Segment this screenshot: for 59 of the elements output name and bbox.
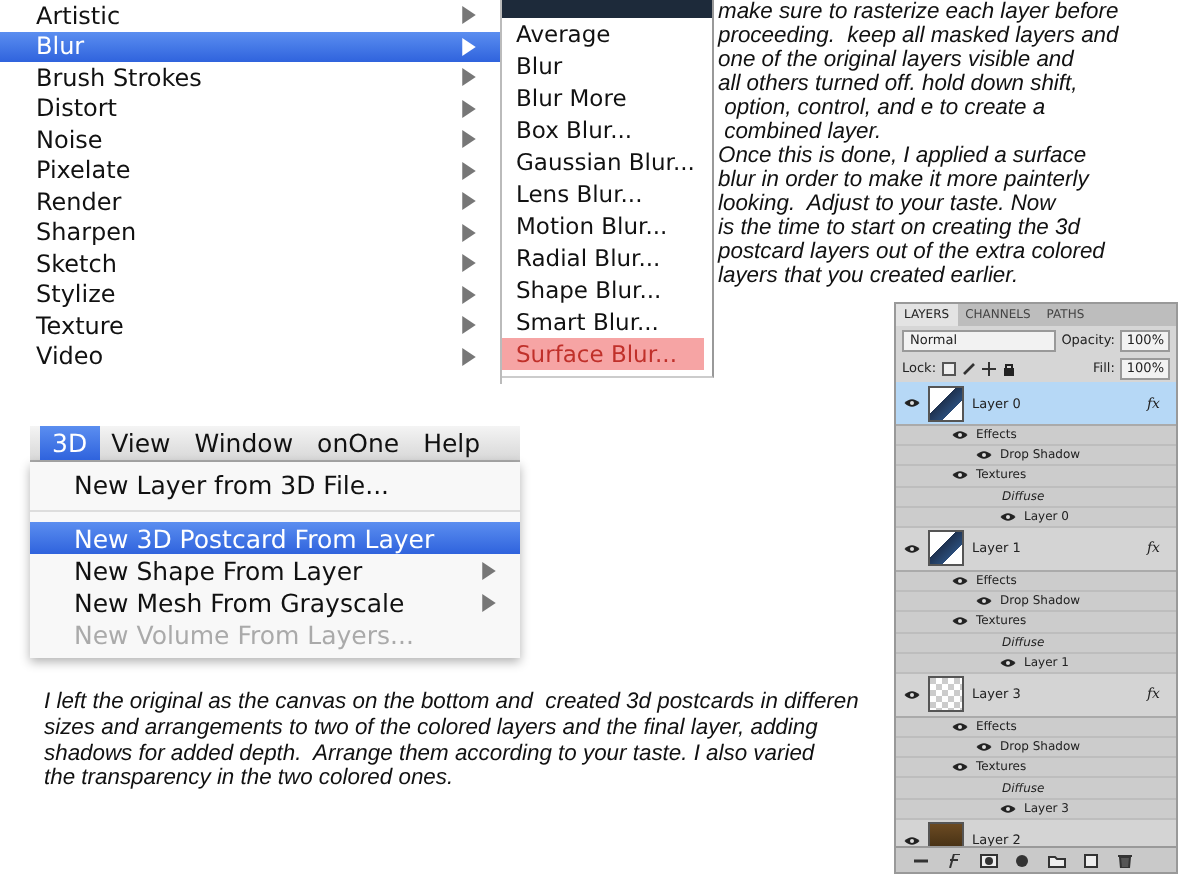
menu-item[interactable]: New 3D Postcard From Layer bbox=[30, 522, 520, 554]
menu-item[interactable]: Blur bbox=[0, 31, 500, 62]
instruction-paragraph: I left the original as the canvas on the bottom and created 3d postcards in differen sizes and arrangements to two of the colored layers and the final layer, adding shadows for added depth. Arrange them according to your taste. I also varied the transparency in the two colored ones. bbox=[44, 690, 859, 793]
menu-item[interactable]: Motion Blur... bbox=[502, 210, 704, 242]
lock-transparency-icon[interactable] bbox=[942, 361, 957, 375]
menu-bar-item[interactable]: onOne bbox=[305, 426, 412, 460]
menu-item[interactable]: Pixelate bbox=[0, 155, 500, 186]
folder-icon[interactable] bbox=[1048, 853, 1066, 867]
move-icon[interactable] bbox=[982, 361, 997, 375]
menu-item[interactable]: Brush Strokes bbox=[0, 62, 500, 93]
eye-icon[interactable] bbox=[976, 742, 992, 753]
eye-icon[interactable] bbox=[1000, 803, 1016, 814]
menu-item[interactable]: Render bbox=[0, 186, 500, 217]
menu-item[interactable]: Gaussian Blur... bbox=[502, 146, 704, 178]
eye-icon[interactable] bbox=[976, 596, 992, 607]
menu-bar-item[interactable]: 3D bbox=[40, 426, 100, 460]
menu-item[interactable]: Noise bbox=[0, 124, 500, 155]
menu-bar-item[interactable]: Help bbox=[411, 426, 493, 460]
menu-item[interactable]: New Layer from 3D File... bbox=[30, 468, 520, 500]
menu-bar-item[interactable]: Window bbox=[182, 426, 306, 460]
eye-icon[interactable] bbox=[904, 543, 920, 554]
fx-icon[interactable] bbox=[946, 853, 964, 867]
eye-icon[interactable] bbox=[952, 576, 968, 587]
menu-item[interactable]: Artistic bbox=[0, 0, 500, 31]
eye-icon[interactable] bbox=[1000, 511, 1016, 522]
eye-icon[interactable] bbox=[952, 762, 968, 773]
trash-icon[interactable] bbox=[1116, 853, 1134, 867]
eye-icon[interactable] bbox=[1000, 657, 1016, 668]
eye-icon[interactable] bbox=[976, 450, 992, 461]
eye-icon[interactable] bbox=[952, 616, 968, 627]
eye-icon[interactable] bbox=[952, 721, 968, 732]
adjustment-icon[interactable] bbox=[1014, 853, 1032, 867]
menu-bar-item[interactable]: View bbox=[99, 426, 183, 460]
mask-icon[interactable] bbox=[980, 853, 998, 867]
menu-item[interactable]: Radial Blur... bbox=[502, 242, 704, 274]
menu-item[interactable]: Blur bbox=[502, 50, 704, 82]
eye-icon[interactable] bbox=[904, 835, 920, 846]
eye-icon[interactable] bbox=[904, 689, 920, 700]
menu-item[interactable]: Smart Blur... bbox=[502, 306, 704, 338]
eye-icon[interactable] bbox=[952, 470, 968, 481]
eye-icon[interactable] bbox=[952, 430, 968, 441]
menu-item[interactable]: Texture bbox=[0, 310, 500, 341]
menu-item[interactable]: Stylize bbox=[0, 279, 500, 310]
eye-icon[interactable] bbox=[904, 398, 920, 408]
menu-item[interactable]: Sharpen bbox=[0, 217, 500, 248]
instruction-paragraph: make sure to rasterize each layer before proceeding. keep all masked layers and one of the original layers visible and all others turned off. hold down shift, option, control, and e to create a combined layer. Once this is done, I applied a surface blur in order to make it more painterly looking. Adjust to your taste. Now is the time to start on creating the 3d postcard layers out of the extra colored layers that you created earlier. bbox=[718, 0, 1119, 288]
menu-item[interactable]: Shape Blur... bbox=[502, 274, 704, 306]
new-layer-icon[interactable] bbox=[1082, 853, 1100, 867]
lock-icon[interactable] bbox=[1002, 361, 1017, 375]
menu-item[interactable]: Distort bbox=[0, 93, 500, 124]
menu-item[interactable]: New Mesh From Grayscale bbox=[30, 586, 520, 618]
menu-item[interactable]: Box Blur... bbox=[502, 114, 704, 146]
menu-item[interactable]: Lens Blur... bbox=[502, 178, 704, 210]
brush-icon[interactable] bbox=[962, 361, 977, 375]
menu-item[interactable]: New Shape From Layer bbox=[30, 554, 520, 586]
menu-item[interactable]: Average bbox=[502, 18, 704, 50]
menu-item[interactable]: Video bbox=[0, 341, 500, 372]
menu-item[interactable]: Blur More bbox=[502, 82, 704, 114]
menu-item[interactable]: Sketch bbox=[0, 248, 500, 279]
